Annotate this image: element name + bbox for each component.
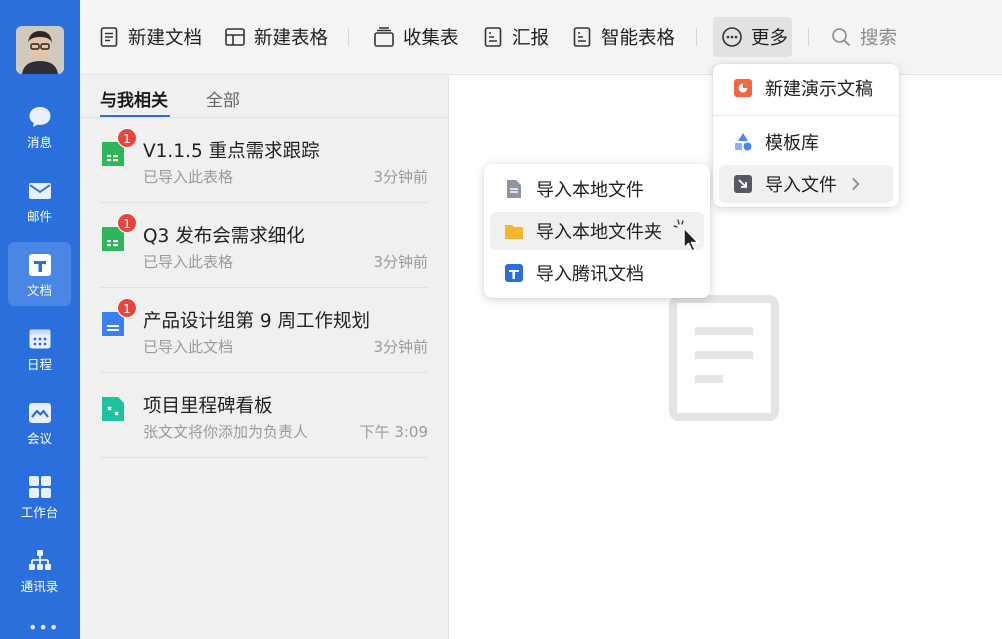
collect-form-icon — [374, 27, 394, 47]
import-tencent-doc-menu-item[interactable]: 导入腾讯文档 — [490, 254, 704, 292]
menu-divider — [713, 115, 899, 116]
avatar[interactable] — [16, 26, 64, 74]
sidebar-item-label: 文档 — [26, 283, 52, 298]
doc-time: 下午 3:09 — [359, 423, 428, 441]
more-button[interactable]: 更多 — [713, 17, 792, 57]
sidebar-item-label: 日程 — [26, 357, 52, 372]
new-slides-menu-item[interactable]: 新建演示文稿 — [719, 69, 893, 107]
message-icon — [29, 107, 50, 127]
list-item[interactable]: 项目里程碑看板 张文文将你添加为负责人 下午 3:09 — [100, 373, 428, 458]
import-local-folder-label: 导入本地文件夹 — [536, 222, 662, 243]
doc-tabs: 与我相关 全部 — [100, 75, 440, 118]
search-label: 搜索 — [860, 28, 898, 49]
sidebar-item-calendar[interactable]: 日程 — [8, 316, 71, 380]
file-icon — [507, 180, 521, 198]
slides-icon — [734, 79, 752, 97]
doc-subtitle: 张文文将你添加为负责人 — [143, 423, 309, 441]
list-item[interactable]: 1 Q3 发布会需求细化 已导入此表格 3分钟前 — [100, 203, 428, 288]
report-icon — [484, 27, 502, 47]
unread-badge: 1 — [117, 298, 137, 318]
more-label: 更多 — [751, 28, 789, 49]
template-library-label: 模板库 — [765, 133, 819, 154]
import-local-file-label: 导入本地文件 — [536, 180, 644, 201]
unread-badge: 1 — [117, 213, 137, 233]
sidebar-item-label: 工作台 — [20, 505, 59, 520]
sidebar: 消息 邮件 文档 日程 会议 工作台 通讯录 ••• — [0, 0, 80, 639]
doc-time: 3分钟前 — [373, 253, 428, 271]
more-icon — [722, 27, 742, 47]
toolbar-divider — [808, 28, 809, 46]
sidebar-item-meeting[interactable]: 会议 — [8, 390, 71, 454]
sidebar-more-icon[interactable]: ••• — [28, 620, 58, 636]
unread-badge: 1 — [117, 128, 137, 148]
meeting-icon — [28, 403, 51, 423]
docs-icon — [28, 254, 51, 276]
new-doc-icon — [100, 27, 118, 47]
doc-subtitle: 已导入此表格 — [143, 168, 234, 186]
more-menu: 新建演示文稿 模板库 导入文件 — [713, 64, 899, 207]
collect-form-button[interactable]: 收集表 — [373, 17, 459, 57]
empty-doc-icon — [669, 295, 779, 421]
import-file-icon — [734, 175, 752, 193]
mouse-cursor-icon — [673, 219, 699, 252]
search-icon — [832, 28, 850, 46]
sidebar-item-mail[interactable]: 邮件 — [8, 168, 71, 232]
search-button[interactable]: 搜索 — [830, 17, 897, 57]
tab-all[interactable]: 全部 — [206, 86, 240, 111]
new-doc-label: 新建文档 — [128, 28, 203, 49]
sidebar-item-label: 通讯录 — [20, 579, 59, 594]
chevron-right-icon — [852, 177, 860, 191]
template-library-icon — [735, 133, 752, 151]
doc-time: 3分钟前 — [373, 168, 428, 186]
doc-title: 项目里程碑看板 — [143, 396, 273, 417]
doc-title: 产品设计组第 9 周工作规划 — [143, 311, 371, 332]
report-button[interactable]: 汇报 — [482, 17, 549, 57]
smart-sheet-button[interactable]: 智能表格 — [571, 17, 675, 57]
doc-time: 3分钟前 — [373, 338, 428, 356]
template-library-menu-item[interactable]: 模板库 — [719, 123, 893, 161]
mail-icon — [28, 183, 51, 199]
calendar-icon — [29, 329, 50, 349]
list-item[interactable]: 1 V1.1.5 重点需求跟踪 已导入此表格 3分钟前 — [100, 118, 428, 203]
collect-form-label: 收集表 — [403, 28, 459, 49]
doc-list-pane: 与我相关 全部 1 V1.1.5 重点需求跟踪 已导入此表格 3分钟前 1 Q3… — [80, 75, 449, 639]
import-file-menu-item[interactable]: 导入文件 — [719, 165, 893, 203]
doc-subtitle: 已导入此表格 — [143, 253, 234, 271]
toolbar-divider — [348, 28, 349, 46]
import-local-file-menu-item[interactable]: 导入本地文件 — [490, 170, 704, 208]
contacts-icon — [28, 550, 51, 570]
smart-sheet-icon — [573, 27, 591, 47]
sidebar-item-messages[interactable]: 消息 — [8, 94, 71, 158]
new-slides-label: 新建演示文稿 — [765, 79, 873, 100]
doc-title: Q3 发布会需求细化 — [143, 226, 305, 247]
sidebar-item-label: 会议 — [26, 431, 52, 446]
sidebar-item-label: 邮件 — [26, 209, 52, 224]
list-item[interactable]: 1 产品设计组第 9 周工作规划 已导入此文档 3分钟前 — [100, 288, 428, 373]
import-file-label: 导入文件 — [765, 175, 837, 196]
avatar-image — [16, 26, 64, 74]
sidebar-item-docs[interactable]: 文档 — [8, 242, 71, 306]
new-doc-button[interactable]: 新建文档 — [98, 17, 202, 57]
import-tencent-doc-label: 导入腾讯文档 — [536, 264, 644, 285]
new-sheet-button[interactable]: 新建表格 — [224, 17, 328, 57]
report-label: 汇报 — [512, 28, 550, 49]
smart-sheet-label: 智能表格 — [601, 28, 676, 49]
tab-related[interactable]: 与我相关 — [100, 86, 168, 111]
sidebar-item-contacts[interactable]: 通讯录 — [8, 538, 71, 602]
doc-subtitle: 已导入此文档 — [143, 338, 234, 356]
doc-title: V1.1.5 重点需求跟踪 — [143, 141, 320, 162]
toolbar-divider — [696, 28, 697, 46]
new-sheet-label: 新建表格 — [254, 28, 329, 49]
new-sheet-icon — [225, 28, 245, 46]
workbench-icon — [28, 476, 51, 498]
tencent-doc-icon — [505, 264, 523, 282]
board-file-icon — [102, 397, 124, 421]
folder-icon — [505, 225, 523, 239]
sidebar-item-label: 消息 — [26, 135, 52, 150]
sidebar-item-workbench[interactable]: 工作台 — [8, 464, 71, 528]
